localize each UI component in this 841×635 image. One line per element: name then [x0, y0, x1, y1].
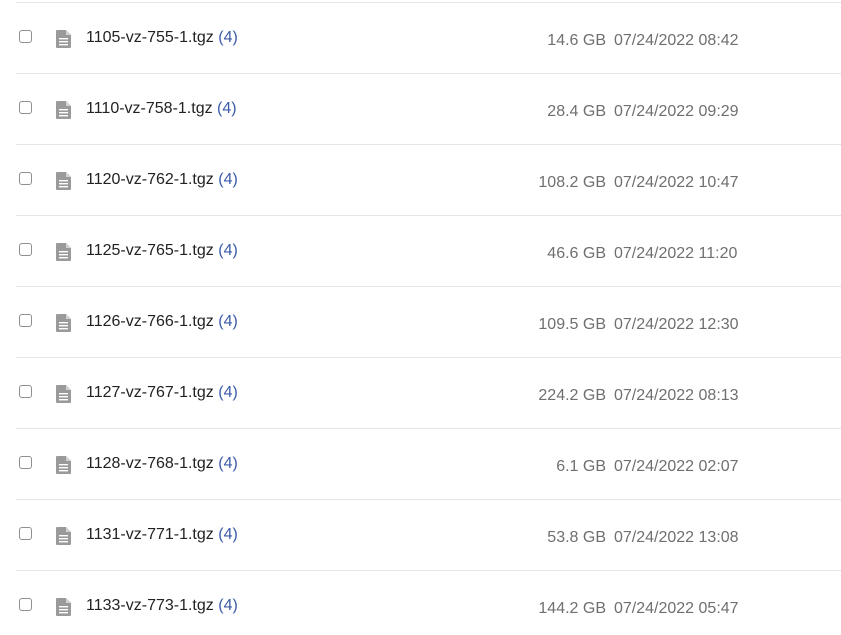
file-count[interactable]: (4) [218, 526, 238, 543]
row-checkbox[interactable] [19, 527, 32, 540]
file-count[interactable]: (4) [218, 171, 238, 188]
file-date: 07/24/2022 08:42 [614, 32, 739, 49]
file-name[interactable]: 1128-vz-768-1.tgz [86, 455, 214, 472]
file-name[interactable]: 1110-vz-758-1.tgz [86, 100, 213, 117]
file-name[interactable]: 1127-vz-767-1.tgz [86, 384, 214, 401]
file-name-link[interactable]: 1133-vz-773-1.tgz (4) [86, 596, 238, 616]
file-name[interactable]: 1133-vz-773-1.tgz [86, 597, 214, 614]
file-date: 07/24/2022 09:29 [614, 103, 739, 120]
row-checkbox[interactable] [19, 101, 32, 114]
file-date: 07/24/2022 12:30 [614, 316, 739, 333]
file-name-link[interactable]: 1125-vz-765-1.tgz (4) [86, 241, 238, 261]
file-date: 07/24/2022 02:07 [614, 458, 739, 475]
file-count[interactable]: (4) [218, 384, 238, 401]
file-row: 1110-vz-758-1.tgz (4) 28.4 GB 07/24/2022… [16, 74, 841, 145]
file-name-link[interactable]: 1110-vz-758-1.tgz (4) [86, 99, 237, 119]
file-name[interactable]: 1125-vz-765-1.tgz [86, 242, 214, 259]
file-date: 07/24/2022 13:08 [614, 529, 739, 546]
file-name-link[interactable]: 1120-vz-762-1.tgz (4) [86, 170, 238, 190]
file-count[interactable]: (4) [218, 242, 238, 259]
file-size: 53.8 GB [547, 529, 606, 546]
file-list: 1105-vz-755-1.tgz (4) 14.6 GB 07/24/2022… [0, 0, 841, 635]
row-checkbox[interactable] [19, 243, 32, 256]
file-size: 6.1 GB [556, 458, 606, 475]
file-document-icon [56, 314, 71, 332]
file-size: 109.5 GB [538, 316, 606, 333]
file-date: 07/24/2022 10:47 [614, 174, 739, 191]
file-row: 1133-vz-773-1.tgz (4) 144.2 GB 07/24/202… [16, 571, 841, 635]
file-size: 224.2 GB [538, 387, 606, 404]
file-count[interactable]: (4) [218, 313, 238, 330]
file-document-icon [56, 30, 71, 48]
file-row: 1127-vz-767-1.tgz (4) 224.2 GB 07/24/202… [16, 358, 841, 429]
file-document-icon [56, 172, 71, 190]
file-name[interactable]: 1126-vz-766-1.tgz [86, 313, 214, 330]
file-count[interactable]: (4) [218, 455, 238, 472]
file-document-icon [56, 101, 71, 119]
file-count[interactable]: (4) [218, 597, 238, 614]
file-document-icon [56, 456, 71, 474]
row-checkbox[interactable] [19, 456, 32, 469]
file-count[interactable]: (4) [218, 29, 238, 46]
row-checkbox[interactable] [19, 172, 32, 185]
file-name-link[interactable]: 1126-vz-766-1.tgz (4) [86, 312, 238, 332]
file-date: 07/24/2022 05:47 [614, 600, 739, 617]
file-size: 28.4 GB [547, 103, 606, 120]
file-size: 14.6 GB [547, 32, 606, 49]
row-checkbox[interactable] [19, 385, 32, 398]
row-checkbox[interactable] [19, 598, 32, 611]
file-row: 1125-vz-765-1.tgz (4) 46.6 GB 07/24/2022… [16, 216, 841, 287]
file-document-icon [56, 598, 71, 616]
file-size: 46.6 GB [547, 245, 606, 262]
file-size: 108.2 GB [538, 174, 606, 191]
file-name-link[interactable]: 1105-vz-755-1.tgz (4) [86, 28, 238, 48]
file-document-icon [56, 527, 71, 545]
row-checkbox[interactable] [19, 314, 32, 327]
file-size: 144.2 GB [538, 600, 606, 617]
file-name[interactable]: 1120-vz-762-1.tgz [86, 171, 214, 188]
file-date: 07/24/2022 11:20 [614, 245, 738, 262]
file-row: 1128-vz-768-1.tgz (4) 6.1 GB 07/24/2022 … [16, 429, 841, 500]
file-count[interactable]: (4) [217, 100, 237, 117]
file-row: 1105-vz-755-1.tgz (4) 14.6 GB 07/24/2022… [16, 3, 841, 74]
file-row: 1126-vz-766-1.tgz (4) 109.5 GB 07/24/202… [16, 287, 841, 358]
file-date: 07/24/2022 08:13 [614, 387, 739, 404]
file-document-icon [56, 243, 71, 261]
file-row: 1120-vz-762-1.tgz (4) 108.2 GB 07/24/202… [16, 145, 841, 216]
file-name-link[interactable]: 1131-vz-771-1.tgz (4) [86, 525, 238, 545]
file-name[interactable]: 1131-vz-771-1.tgz [86, 526, 214, 543]
file-name-link[interactable]: 1127-vz-767-1.tgz (4) [86, 383, 238, 403]
file-row: 1131-vz-771-1.tgz (4) 53.8 GB 07/24/2022… [16, 500, 841, 571]
row-checkbox[interactable] [19, 30, 32, 43]
file-document-icon [56, 385, 71, 403]
file-name-link[interactable]: 1128-vz-768-1.tgz (4) [86, 454, 238, 474]
file-name[interactable]: 1105-vz-755-1.tgz [86, 29, 214, 46]
